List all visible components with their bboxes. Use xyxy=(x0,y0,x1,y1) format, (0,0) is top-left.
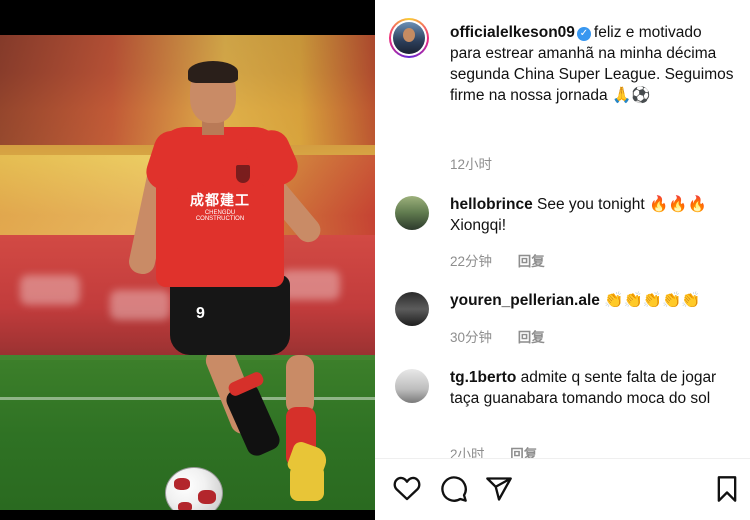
commenter-avatar[interactable] xyxy=(395,292,429,326)
send-icon[interactable] xyxy=(485,475,513,503)
football-ball xyxy=(165,467,223,510)
club-crest-icon xyxy=(236,165,250,183)
post-timestamp: 12小时 xyxy=(450,157,493,172)
post-details-panel: officialelkeson09 ✓ feliz e motivado para … xyxy=(375,0,750,520)
comment-body: tg.1berto admite q sente falta de jogar … xyxy=(450,367,740,409)
author-username[interactable]: officialelkeson09 xyxy=(450,24,575,41)
reply-button[interactable]: 回复 xyxy=(518,330,545,345)
commenter-avatar[interactable] xyxy=(395,196,429,230)
comment-time: 22分钟 xyxy=(450,254,493,269)
post-caption: officialelkeson09 ✓ feliz e motivado para … xyxy=(450,22,735,106)
comment-meta: 30分钟 回复 xyxy=(450,326,567,346)
bookmark-icon[interactable] xyxy=(715,475,739,503)
commenter-username[interactable]: tg.1berto xyxy=(450,369,516,386)
comment-meta: 22分钟 回复 xyxy=(450,250,567,270)
post-action-bar xyxy=(375,458,750,520)
author-avatar[interactable] xyxy=(389,18,429,58)
comment-body: hellobrince See you tonight 🔥🔥🔥 Xiongqi! xyxy=(450,194,740,236)
comment-body: youren_pellerian.ale 👏👏👏👏👏 xyxy=(450,290,740,311)
comment-icon[interactable] xyxy=(440,475,468,503)
shorts-number: 9 xyxy=(196,305,205,322)
comment-text: 👏👏👏👏👏 xyxy=(604,292,701,309)
commenter-username[interactable]: youren_pellerian.ale xyxy=(450,292,600,309)
post-media[interactable]: 9 成都建工 CHENGDU CONSTRUCTION xyxy=(0,0,375,520)
football-player: 9 成都建工 CHENGDU CONSTRUCTION xyxy=(126,61,340,505)
commenter-username[interactable]: hellobrince xyxy=(450,196,533,213)
jersey-sponsor: 成都建工 CHENGDU CONSTRUCTION xyxy=(190,192,250,222)
reply-button[interactable]: 回复 xyxy=(518,254,545,269)
post-photo: 9 成都建工 CHENGDU CONSTRUCTION xyxy=(0,35,375,510)
heart-icon[interactable] xyxy=(393,475,421,501)
commenter-avatar[interactable] xyxy=(395,369,429,403)
comment-time: 30分钟 xyxy=(450,330,493,345)
verified-badge-icon: ✓ xyxy=(576,27,591,41)
